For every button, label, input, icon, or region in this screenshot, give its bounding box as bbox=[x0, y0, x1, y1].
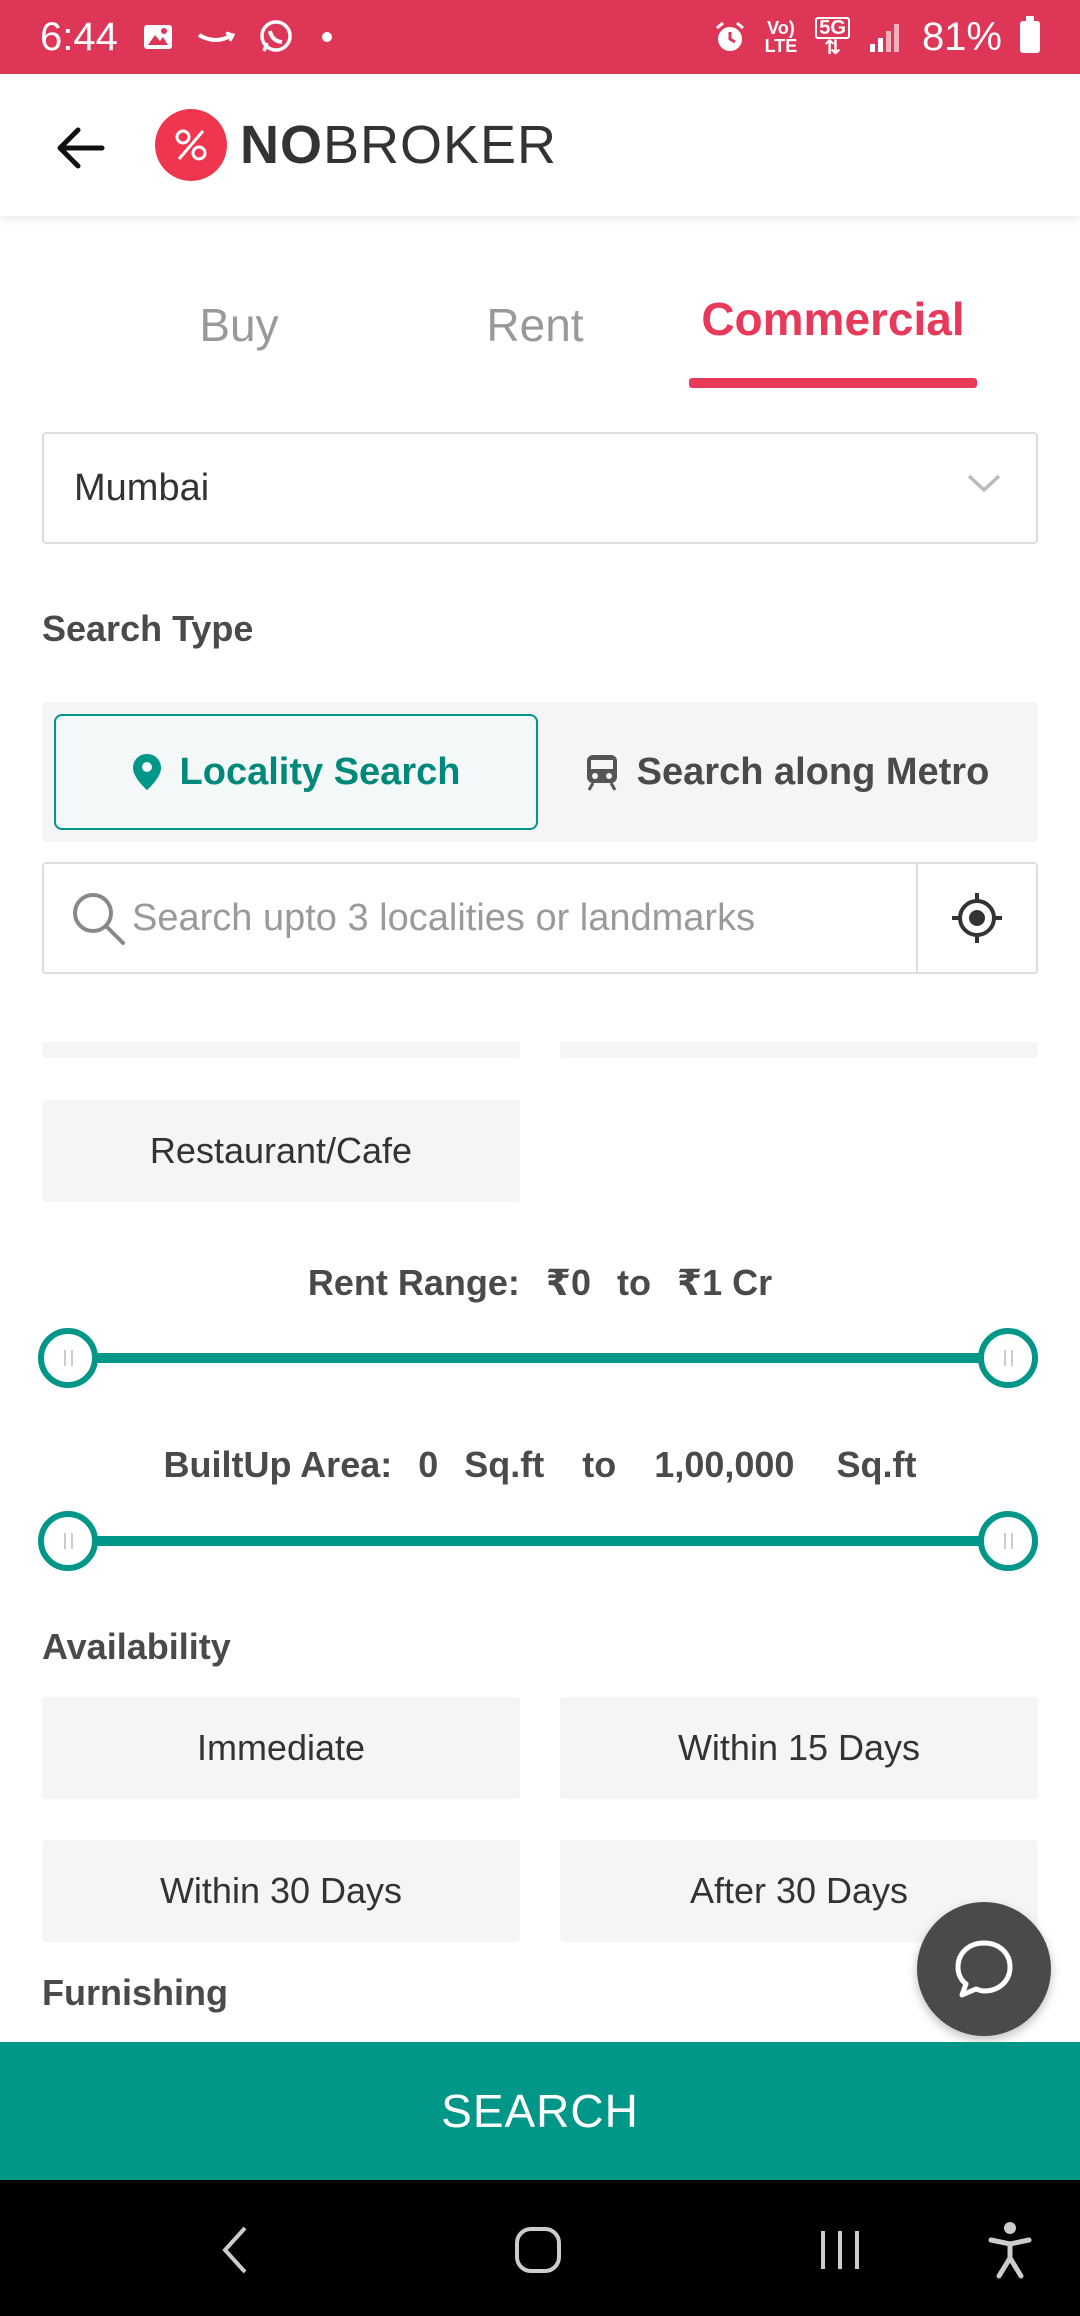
accessibility-button[interactable] bbox=[970, 2210, 1050, 2290]
rent-max-handle[interactable] bbox=[978, 1328, 1038, 1388]
gallery-icon bbox=[143, 25, 172, 49]
status-bar: 6:44 Vo) LTE 5G ⇅ 81% bbox=[0, 0, 1080, 74]
rent-range-track bbox=[68, 1353, 1008, 1363]
battery-icon bbox=[1020, 16, 1040, 53]
city-selected-value: Mumbai bbox=[74, 466, 210, 509]
notification-dot-icon bbox=[321, 32, 332, 42]
metro-search-label: Search along Metro bbox=[636, 750, 990, 793]
locality-search-box bbox=[42, 862, 1038, 974]
availability-immediate[interactable]: Immediate bbox=[42, 1697, 520, 1799]
amazon-icon bbox=[197, 31, 236, 42]
tab-rent[interactable]: Rent bbox=[390, 298, 680, 352]
home-square-icon bbox=[515, 2227, 561, 2273]
city-dropdown[interactable]: Mumbai bbox=[42, 432, 1038, 544]
app-header: NOBROKER bbox=[0, 74, 1080, 216]
search-icon bbox=[68, 888, 128, 948]
furnishing-label: Furnishing bbox=[42, 1972, 228, 2013]
back-button[interactable] bbox=[50, 118, 110, 178]
nav-recents-button[interactable] bbox=[800, 2210, 880, 2290]
search-type-label: Search Type bbox=[42, 608, 254, 649]
search-type-toggle: Locality Search Search along Metro bbox=[42, 702, 1038, 842]
metro-search-option[interactable]: Search along Metro bbox=[542, 714, 1032, 830]
location-pin-icon bbox=[132, 754, 161, 790]
property-type-restaurant-cafe[interactable]: Restaurant/Cafe bbox=[42, 1100, 520, 1202]
nav-back-button[interactable] bbox=[195, 2210, 275, 2290]
nobroker-logo-icon bbox=[155, 109, 227, 181]
locality-search-option[interactable]: Locality Search bbox=[54, 714, 538, 830]
tab-commercial[interactable]: Commercial bbox=[688, 292, 978, 346]
property-type-chip-partial[interactable] bbox=[42, 1042, 520, 1058]
search-button[interactable]: SEARCH bbox=[0, 2042, 1080, 2180]
battery-percent: 81% bbox=[921, 14, 1002, 59]
recents-icon bbox=[821, 2231, 859, 2269]
chevron-down-icon bbox=[967, 474, 1001, 493]
availability-label: Availability bbox=[42, 1626, 231, 1667]
area-range-track bbox=[68, 1536, 1008, 1546]
locality-search-label: Locality Search bbox=[179, 750, 461, 793]
area-max-handle[interactable] bbox=[978, 1511, 1038, 1571]
property-tabs: Buy Rent Commercial bbox=[0, 270, 1080, 390]
tab-buy[interactable]: Buy bbox=[94, 298, 384, 352]
arrow-left-icon bbox=[57, 127, 105, 169]
whatsapp-icon bbox=[260, 20, 292, 52]
chat-bubble-icon bbox=[955, 1940, 1013, 1998]
5g-indicator: 5G ⇅ bbox=[815, 17, 850, 58]
active-tab-indicator bbox=[689, 378, 977, 388]
nav-home-button[interactable] bbox=[498, 2210, 578, 2290]
train-icon bbox=[586, 755, 617, 791]
chevron-left-icon bbox=[222, 2226, 247, 2274]
volte-indicator: Vo) LTE bbox=[764, 18, 798, 56]
signal-icon bbox=[869, 24, 899, 52]
property-type-chip-partial[interactable] bbox=[560, 1042, 1038, 1058]
chat-button[interactable] bbox=[917, 1902, 1051, 2036]
accessibility-icon bbox=[988, 2222, 1032, 2279]
locality-search-input[interactable] bbox=[132, 896, 912, 940]
system-nav-bar bbox=[0, 2180, 1080, 2316]
crosshair-icon bbox=[952, 893, 1002, 943]
alarm-icon bbox=[715, 21, 744, 51]
rent-range-label: Rent Range: ₹0 to ₹1 Cr bbox=[307, 1262, 773, 1303]
rent-min-handle[interactable] bbox=[38, 1328, 98, 1388]
current-location-button[interactable] bbox=[916, 864, 1036, 972]
area-min-handle[interactable] bbox=[38, 1511, 98, 1571]
availability-within-30-days[interactable]: Within 30 Days bbox=[42, 1840, 520, 1942]
status-time: 6:44 bbox=[40, 14, 118, 59]
nobroker-logo-text: NOBROKER bbox=[240, 115, 558, 175]
builtup-area-label: BuiltUp Area: 0 Sq.ft to 1,00,000 Sq.ft bbox=[163, 1444, 917, 1485]
availability-within-15-days[interactable]: Within 15 Days bbox=[560, 1697, 1038, 1799]
